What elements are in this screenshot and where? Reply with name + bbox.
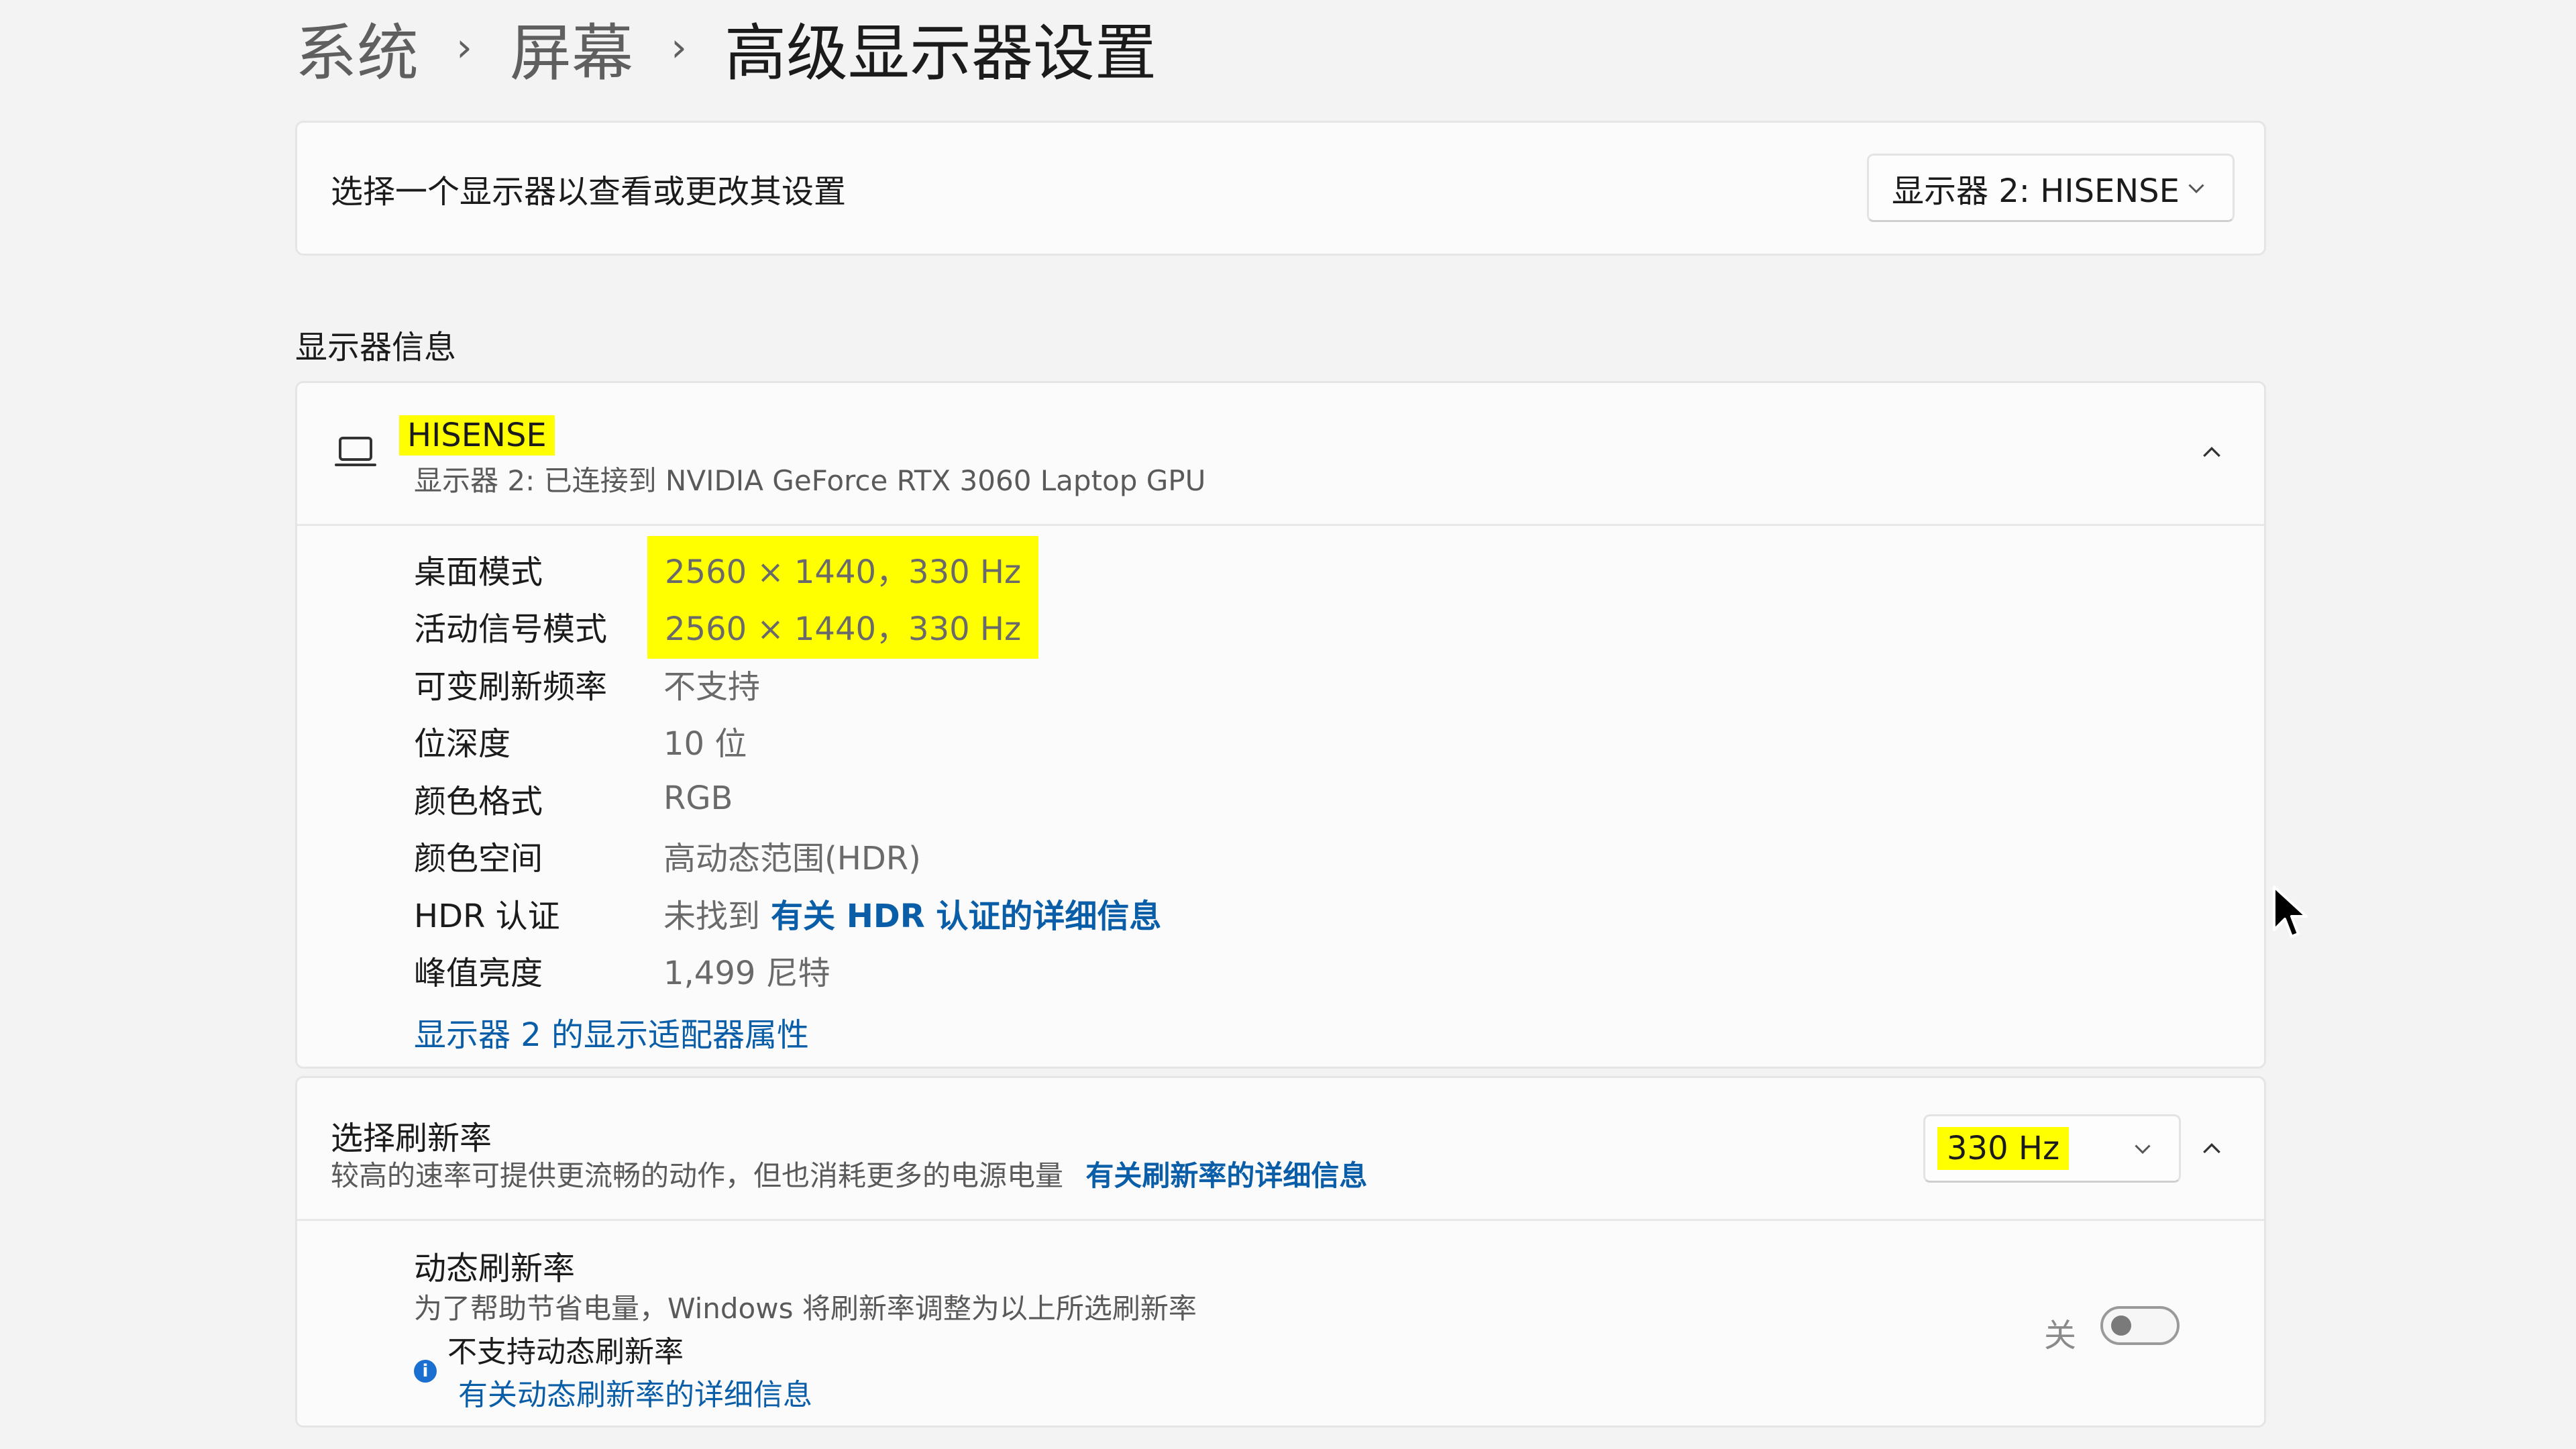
breadcrumb-separator: › — [456, 24, 473, 71]
info-label: 活动信号模式 — [414, 610, 608, 649]
info-label: 可变刷新频率 — [414, 667, 608, 706]
monitor-subtitle: 显示器 2: 已连接到 NVIDIA GeForce RTX 3060 Lapt… — [414, 464, 1206, 497]
monitor-name: HISENSE — [399, 415, 555, 455]
info-icon: i — [414, 1360, 437, 1383]
info-value: 不支持 — [663, 667, 761, 706]
mouse-cursor-icon — [2273, 885, 2308, 938]
info-row-color-format: 颜色格式 RGB — [414, 769, 1161, 827]
hdr-cert-link[interactable]: 有关 HDR 认证的详细信息 — [771, 890, 1161, 936]
info-label: 峰值亮度 — [414, 955, 543, 993]
breadcrumb: 系统 › 屏幕 › 高级显示器设置 — [295, 5, 1157, 90]
toggle-knob — [2111, 1316, 2131, 1336]
info-value: 1,499 尼特 — [663, 955, 830, 993]
laptop-icon — [335, 437, 376, 466]
info-label: 位深度 — [414, 725, 511, 763]
chevron-down-icon — [2188, 184, 2204, 194]
dynamic-refresh-not-supported: 不支持动态刷新率 — [447, 1335, 684, 1369]
info-value: 2560 × 1440，330 Hz — [647, 593, 1039, 659]
display-info-rows: 桌面模式 2560 × 1440，330 Hz 活动信号模式 2560 × 14… — [414, 535, 1161, 1000]
info-row-color-space: 颜色空间 高动态范围(HDR) — [414, 827, 1161, 885]
section-title-display-info: 显示器信息 — [295, 329, 457, 366]
display-selector-card: 选择一个显示器以查看或更改其设置 显示器 2: HISENSE — [295, 121, 2266, 256]
display-info-header[interactable]: HISENSE 显示器 2: 已连接到 NVIDIA GeForce RTX 3… — [297, 383, 2264, 526]
info-label: 颜色格式 — [414, 782, 543, 820]
page-title: 高级显示器设置 — [724, 17, 1157, 89]
refresh-rate-title: 选择刷新率 — [331, 1120, 492, 1157]
display-adapter-properties-link[interactable]: 显示器 2 的显示适配器属性 — [414, 1008, 809, 1055]
refresh-rate-value: 330 Hz — [1937, 1127, 2070, 1170]
chevron-down-icon — [2135, 1144, 2151, 1155]
info-row-hdr-cert: HDR 认证 未找到 有关 HDR 认证的详细信息 — [414, 884, 1161, 942]
refresh-rate-card: 选择刷新率 较高的速率可提供更流畅的动作，但也消耗更多的电源电量 有关刷新率的详… — [295, 1076, 2266, 1428]
breadcrumb-separator: › — [671, 24, 688, 71]
refresh-rate-description-text: 较高的速率可提供更流畅的动作，但也消耗更多的电源电量 — [331, 1159, 1064, 1192]
info-value: 未找到 — [663, 897, 761, 935]
display-info-card: HISENSE 显示器 2: 已连接到 NVIDIA GeForce RTX 3… — [295, 381, 2266, 1069]
chevron-up-icon[interactable] — [2198, 1136, 2225, 1163]
info-row-active-signal-mode: 活动信号模式 2560 × 1440，330 Hz — [414, 593, 1161, 659]
dynamic-refresh-info-link[interactable]: 有关动态刷新率的详细信息 — [458, 1371, 812, 1413]
info-value: RGB — [663, 779, 733, 817]
info-value: 2560 × 1440，330 Hz — [647, 535, 1039, 602]
info-value: 高动态范围(HDR) — [663, 840, 921, 878]
refresh-rate-dropdown[interactable]: 330 Hz — [1923, 1114, 2181, 1183]
info-row-desktop-mode: 桌面模式 2560 × 1440，330 Hz — [414, 535, 1161, 602]
refresh-rate-header: 选择刷新率 较高的速率可提供更流畅的动作，但也消耗更多的电源电量 有关刷新率的详… — [297, 1078, 2264, 1221]
info-row-bit-depth: 位深度 10 位 — [414, 712, 1161, 770]
info-label: HDR 认证 — [414, 897, 560, 935]
dynamic-refresh-title: 动态刷新率 — [414, 1250, 576, 1287]
display-selector-dropdown[interactable]: 显示器 2: HISENSE — [1867, 154, 2235, 222]
toggle-state-label: 关 — [2044, 1317, 2077, 1354]
display-selector-label: 选择一个显示器以查看或更改其设置 — [331, 172, 847, 211]
dynamic-refresh-description: 为了帮助节省电量，Windows 将刷新率调整为以上所选刷新率 — [414, 1292, 1197, 1325]
info-value: 10 位 — [663, 725, 747, 763]
info-label: 颜色空间 — [414, 840, 543, 878]
info-label: 桌面模式 — [414, 553, 543, 591]
info-row-variable-refresh: 可变刷新频率 不支持 — [414, 655, 1161, 712]
info-row-peak-brightness: 峰值亮度 1,499 尼特 — [414, 942, 1161, 1000]
chevron-up-icon[interactable] — [2198, 439, 2225, 466]
breadcrumb-item-system[interactable]: 系统 — [295, 3, 419, 93]
breadcrumb-item-display[interactable]: 屏幕 — [510, 3, 633, 93]
refresh-rate-info-link[interactable]: 有关刷新率的详细信息 — [1085, 1159, 1367, 1192]
dynamic-refresh-toggle[interactable] — [2100, 1306, 2180, 1345]
display-selector-value: 显示器 2: HISENSE — [1892, 172, 2180, 210]
refresh-rate-description: 较高的速率可提供更流畅的动作，但也消耗更多的电源电量 有关刷新率的详细信息 — [331, 1153, 1367, 1194]
